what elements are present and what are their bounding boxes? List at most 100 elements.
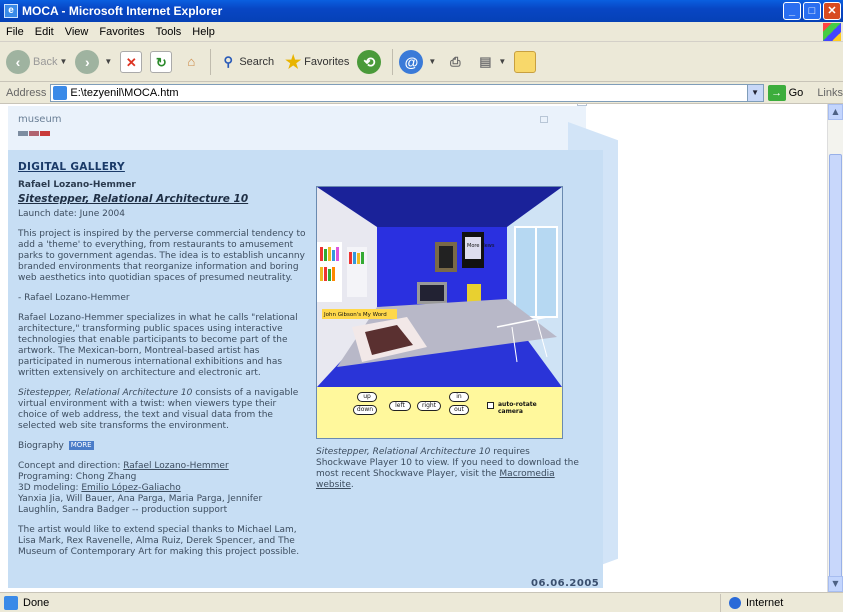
menu-help[interactable]: Help (192, 26, 215, 38)
favorites-label: Favorites (304, 55, 350, 68)
poster-text: More News (467, 243, 495, 249)
refresh-icon: ↻ (150, 50, 173, 73)
menu-bar: File Edit View Favorites Tools Help (0, 22, 843, 42)
window-controls: _ □ ✕ (783, 2, 841, 20)
biography-label: Biography (18, 441, 64, 451)
launch-date: Launch date: June 2004 (18, 209, 126, 219)
thanks-paragraph: The artist would like to extend special … (18, 525, 300, 557)
search-icon: ⚲ (223, 53, 234, 69)
page-date: 06.06.2005 (531, 578, 600, 589)
address-label: Address (6, 86, 47, 99)
credit-support: Yanxia Jia, Will Bauer, Ana Parga, Maria… (18, 494, 263, 515)
room-sign-text: John Gibson's My Word (323, 312, 387, 318)
signature: - Rafael Lozano-Hemmer (18, 293, 130, 303)
work-title-link[interactable]: Sitestepper, Relational Architecture 10 (18, 194, 306, 205)
credit-concept-label: Concept and direction: (18, 461, 124, 471)
caption-title: Sitestepper, Relational Architecture 10 (316, 447, 491, 457)
page-done-icon (4, 595, 18, 610)
status-text-area: Done (0, 595, 720, 610)
auto-rotate-checkbox[interactable] (487, 402, 494, 409)
menu-favorites[interactable]: Favorites (99, 26, 144, 38)
history-icon: ⟲ (357, 49, 382, 74)
artist-name: Rafael Lozano-Hemmer (18, 180, 136, 190)
edit-button[interactable]: ▤ ▼ (474, 51, 506, 73)
more-button[interactable]: MORE (68, 441, 94, 450)
window-title: MOCA - Microsoft Internet Explorer (22, 4, 223, 18)
auto-rotate-label: auto-rotate camera (498, 401, 537, 415)
scroll-down-icon[interactable]: ▼ (828, 576, 843, 592)
minimize-button[interactable]: _ (783, 2, 801, 20)
up-button[interactable]: up (357, 392, 377, 402)
menu-file[interactable]: File (6, 26, 24, 38)
chevron-down-icon: ▼ (428, 57, 437, 66)
section-heading[interactable]: DIGITAL GALLERY (18, 162, 306, 173)
stop-button[interactable]: ✕ (120, 50, 143, 73)
status-text: Done (23, 596, 50, 609)
title-bar: e MOCA - Microsoft Internet Explorer _ □… (0, 0, 843, 22)
in-button[interactable]: in (449, 392, 469, 402)
credit-programming: Programing: Chong Zhang (18, 472, 137, 482)
chevron-down-icon[interactable]: ▼ (746, 84, 763, 101)
color-swatches (18, 131, 50, 136)
vertical-scrollbar[interactable]: ▲ ▼ (827, 104, 843, 592)
globe-icon (729, 596, 741, 609)
down-button[interactable]: down (353, 405, 377, 415)
description-paragraph: Sitestepper, Relational Architecture 10 … (18, 388, 306, 432)
maximize-button[interactable]: □ (803, 2, 821, 20)
out-button[interactable]: out (449, 405, 469, 415)
links-button[interactable]: Links (817, 87, 843, 99)
menu-edit[interactable]: Edit (35, 26, 54, 38)
refresh-button[interactable]: ↻ (150, 50, 173, 73)
room-illustration: More News John Gibson's My Word (317, 187, 562, 387)
modeling-name-link[interactable]: Emilio López-Galiacho (81, 483, 180, 493)
forward-arrow-icon: › (75, 49, 100, 74)
credit-modeling-label: 3D modeling: (18, 483, 82, 493)
folder-icon (514, 50, 537, 73)
header-strip (8, 106, 586, 156)
menu-tools[interactable]: Tools (156, 26, 182, 38)
intro-paragraph: This project is inspired by the perverse… (18, 229, 306, 283)
biography-row: Biography MORE (18, 441, 306, 452)
mail-icon: @ (399, 49, 424, 74)
favorites-button[interactable]: ★ Favorites (282, 51, 349, 73)
close-button[interactable]: ✕ (823, 2, 841, 20)
credit-concept: Concept and direction: Rafael Lozano-Hem… (18, 461, 306, 472)
toolbar-separator (210, 48, 212, 75)
menu-view[interactable]: View (65, 26, 89, 38)
go-button[interactable]: → Go (767, 84, 804, 101)
forward-button[interactable]: › ▼ (75, 49, 113, 74)
scroll-thumb[interactable] (829, 154, 842, 584)
print-button[interactable]: ⎙ (444, 51, 466, 73)
back-arrow-icon: ‹ (6, 49, 30, 74)
concept-name-link[interactable]: Rafael Lozano-Hemmer (123, 461, 228, 471)
scroll-up-icon[interactable]: ▲ (828, 104, 843, 120)
caption-end: . (350, 480, 354, 490)
printer-icon: ⎙ (450, 53, 461, 69)
toolbar-separator (392, 48, 394, 75)
go-label: Go (788, 86, 804, 99)
address-input[interactable]: E:\tezyenil\MOCA.htm ▼ (50, 83, 764, 102)
home-button[interactable]: ⌂ (180, 51, 202, 73)
search-button[interactable]: ⚲ Search (217, 51, 275, 73)
go-arrow-icon: → (767, 84, 786, 101)
back-label: Back (33, 55, 58, 68)
chevron-down-icon: ▼ (104, 57, 113, 66)
description-title: Sitestepper, Relational Architecture 10 (18, 388, 193, 398)
article: DIGITAL GALLERY Rafael Lozano-Hemmer Sit… (18, 162, 306, 567)
shockwave-viewer[interactable]: More News John Gibson's My Word up down … (316, 186, 563, 439)
search-label: Search (239, 55, 275, 68)
left-button[interactable]: left (389, 401, 411, 411)
star-icon: ★ (285, 51, 302, 72)
toolbar: ‹ Back ▼ › ▼ ✕ ↻ ⌂ ⚲ Search ★ Favorites … (0, 42, 843, 82)
swatch-rose (29, 131, 39, 136)
stop-icon: ✕ (120, 50, 143, 73)
decorative-square (540, 116, 548, 123)
folder-button[interactable] (514, 50, 537, 73)
history-button[interactable]: ⟲ (357, 49, 384, 74)
museum-label: museum (18, 114, 62, 125)
chevron-down-icon: ▼ (498, 57, 507, 66)
right-button[interactable]: right (417, 401, 441, 411)
mail-button[interactable]: @ ▼ (399, 49, 437, 74)
back-button[interactable]: ‹ Back ▼ (6, 49, 67, 74)
swatch-grey (18, 131, 28, 136)
